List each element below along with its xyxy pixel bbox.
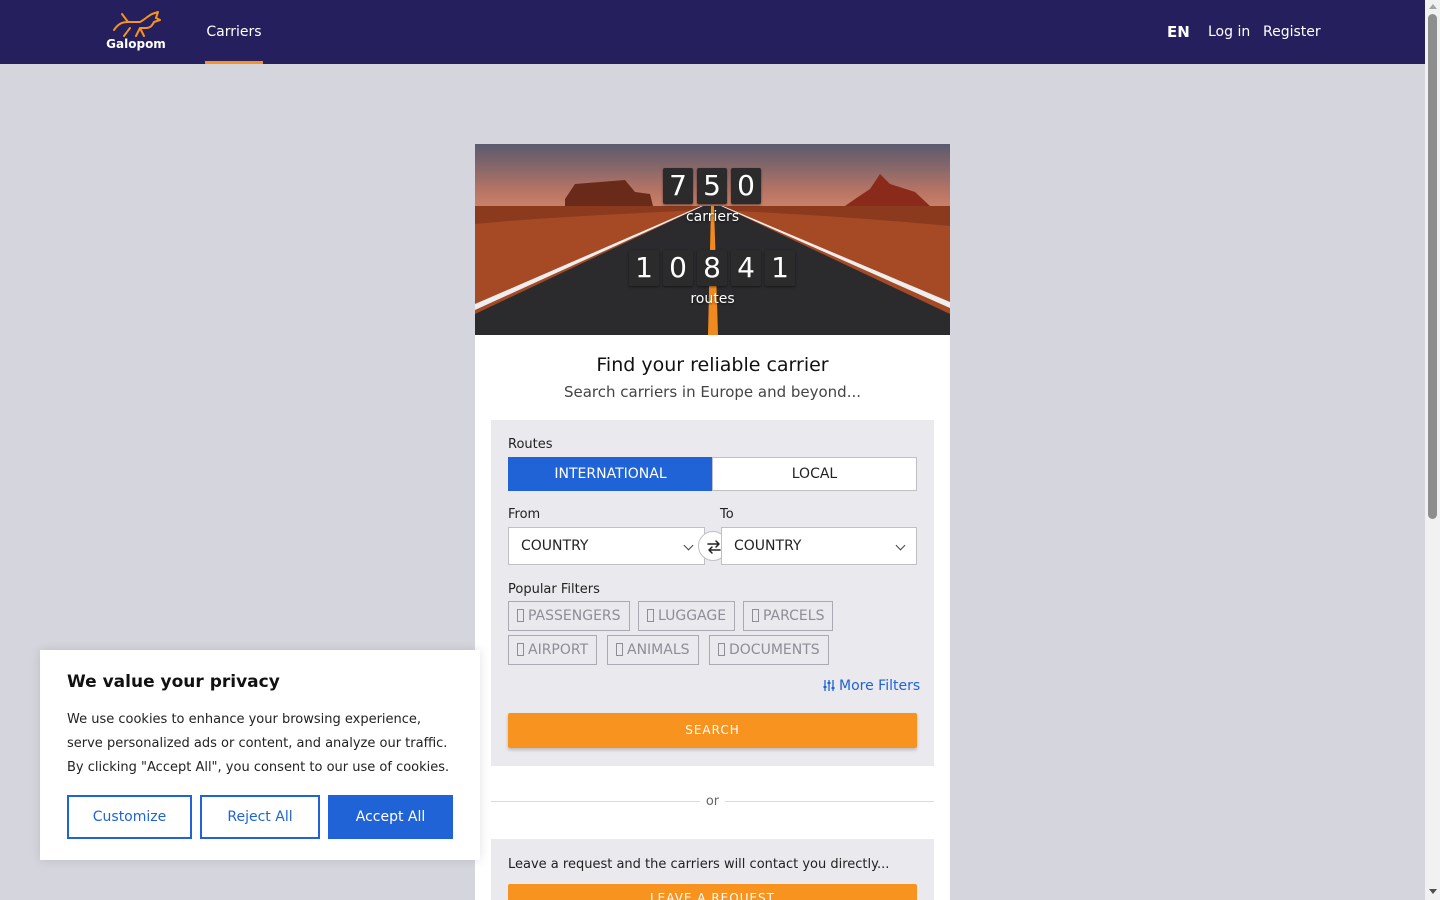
cookie-title: We value your privacy	[67, 672, 280, 692]
filter-chip-documents[interactable]: DOCUMENTS	[709, 635, 829, 665]
search-button[interactable]: SEARCH	[508, 713, 917, 748]
filter-chip-label: AIRPORT	[528, 642, 589, 658]
horse-logo-icon	[113, 11, 161, 37]
routes-digit: 8	[697, 250, 727, 286]
sliders-icon	[823, 680, 835, 691]
to-country-select[interactable]: COUNTRY	[721, 527, 917, 565]
leave-request-button[interactable]: LEAVE A REQUEST	[508, 884, 917, 900]
filter-chip-label: DOCUMENTS	[729, 642, 820, 658]
filter-chip-passengers[interactable]: PASSENGERS	[508, 601, 630, 631]
carriers-label: carriers	[685, 209, 740, 225]
routes-counter: 1 0 8 4 1	[629, 250, 795, 286]
routes-digit: 0	[663, 250, 693, 286]
placeholder-glyph-icon	[718, 643, 725, 656]
filter-chip-parcels[interactable]: PARCELS	[743, 601, 834, 631]
cookie-consent-banner: We value your privacy We use cookies to …	[40, 650, 480, 860]
top-navbar: Galopom Carriers EN Log in Register	[0, 0, 1425, 64]
filter-chip-label: ANIMALS	[627, 642, 690, 658]
carriers-digit: 5	[697, 168, 727, 204]
placeholder-glyph-icon	[517, 643, 524, 656]
request-panel: Leave a request and the carriers will co…	[491, 839, 934, 900]
page-title: Find your reliable carrier	[596, 354, 829, 376]
reject-all-button[interactable]: Reject All	[200, 795, 320, 839]
scroll-down-arrow-icon[interactable]	[1429, 889, 1437, 894]
routes-label: Routes	[508, 437, 553, 452]
page-subtitle: Search carriers in Europe and beyond...	[563, 383, 862, 401]
filter-chip-label: LUGGAGE	[658, 608, 727, 624]
placeholder-glyph-icon	[647, 609, 654, 622]
routes-digit: 1	[629, 250, 659, 286]
filter-chip-label: PASSENGERS	[528, 608, 621, 624]
accept-all-button[interactable]: Accept All	[328, 795, 453, 839]
galopom-logo[interactable]: Galopom	[104, 10, 168, 54]
filter-chip-luggage[interactable]: LUGGAGE	[638, 601, 736, 631]
filter-chip-animals[interactable]: ANIMALS	[607, 635, 699, 665]
customize-button[interactable]: Customize	[67, 795, 192, 839]
or-divider-text: or	[475, 794, 950, 809]
from-country-value: COUNTRY	[521, 538, 589, 554]
routes-label: routes	[690, 291, 735, 307]
scroll-thumb[interactable]	[1428, 14, 1437, 519]
language-selector[interactable]: EN	[1167, 0, 1190, 64]
chevron-down-icon	[895, 540, 906, 551]
request-text: Leave a request and the carriers will co…	[508, 857, 890, 872]
from-country-select[interactable]: COUNTRY	[508, 527, 705, 565]
logo-text: Galopom	[106, 37, 166, 51]
scroll-up-arrow-icon[interactable]	[1429, 4, 1437, 9]
popular-filters-label: Popular Filters	[508, 582, 600, 597]
to-label: To	[720, 507, 734, 522]
from-label: From	[508, 507, 541, 522]
more-filters-link[interactable]: More Filters	[823, 678, 920, 694]
hero-image: 7 5 0 carriers 1 0 8 4 1 routes	[475, 144, 950, 335]
page-scrollbar[interactable]	[1425, 0, 1440, 900]
tab-international[interactable]: INTERNATIONAL	[508, 457, 713, 491]
search-card: 7 5 0 carriers 1 0 8 4 1 routes Find you…	[475, 144, 950, 900]
login-link[interactable]: Log in	[1208, 0, 1250, 64]
carriers-digit: 0	[731, 168, 761, 204]
search-form: Routes INTERNATIONAL LOCAL From To COUNT…	[491, 420, 934, 766]
routes-digit: 4	[731, 250, 761, 286]
more-filters-label: More Filters	[839, 678, 921, 694]
carriers-digit: 7	[663, 168, 693, 204]
filter-chip-label: PARCELS	[763, 608, 825, 624]
cookie-body: We use cookies to enhance your browsing …	[67, 712, 450, 775]
carriers-counter: 7 5 0	[663, 168, 761, 204]
placeholder-glyph-icon	[517, 609, 524, 622]
filter-chip-airport[interactable]: AIRPORT	[508, 635, 598, 665]
or-label: or	[699, 794, 726, 809]
register-link[interactable]: Register	[1263, 0, 1321, 64]
nav-carriers[interactable]: Carriers	[205, 0, 263, 64]
to-country-value: COUNTRY	[734, 538, 802, 554]
placeholder-glyph-icon	[616, 643, 623, 656]
placeholder-glyph-icon	[752, 609, 759, 622]
tab-local[interactable]: LOCAL	[712, 457, 917, 491]
chevron-down-icon	[683, 540, 694, 551]
routes-digit: 1	[765, 250, 795, 286]
